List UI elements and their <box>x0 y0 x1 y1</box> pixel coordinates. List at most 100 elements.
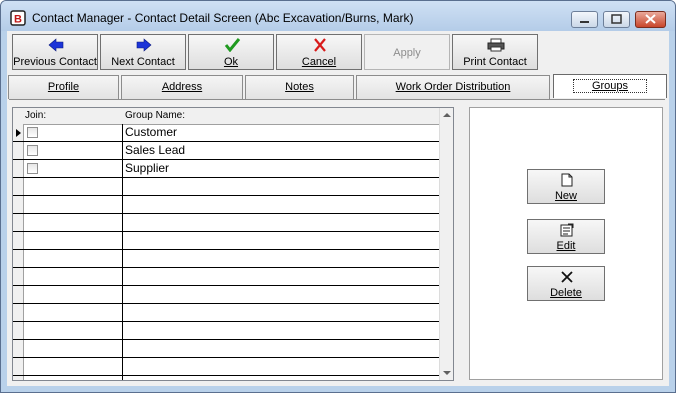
ok-label: Ok <box>223 56 239 68</box>
table-row[interactable] <box>13 196 439 214</box>
join-cell <box>23 250 123 267</box>
group-name-cell[interactable] <box>123 322 439 339</box>
group-name-cell[interactable] <box>123 250 439 267</box>
close-button[interactable] <box>635 11 666 28</box>
group-name-cell[interactable] <box>123 358 439 375</box>
join-cell <box>23 358 123 375</box>
join-checkbox[interactable] <box>27 145 38 156</box>
table-row[interactable] <box>13 250 439 268</box>
arrow-right-icon <box>136 38 152 52</box>
printer-icon <box>487 38 505 52</box>
table-row[interactable]: Customer <box>13 124 439 142</box>
tab-work-order-distribution-label: Work Order Distribution <box>395 81 511 93</box>
new-label: New <box>554 190 577 202</box>
arrow-left-icon <box>48 38 64 52</box>
table-row[interactable]: Supplier <box>13 160 439 178</box>
column-header-group-name[interactable]: Group Name: <box>125 110 185 121</box>
next-contact-label: Next Contact <box>111 56 175 68</box>
column-header-join[interactable]: Join: <box>25 110 46 121</box>
tab-notes[interactable]: Notes <box>245 75 354 99</box>
title-bar[interactable]: B Contact Manager - Contact Detail Scree… <box>1 1 675 31</box>
join-checkbox[interactable] <box>27 127 38 138</box>
new-document-icon <box>561 173 573 187</box>
tab-notes-label: Notes <box>285 81 314 93</box>
edit-button[interactable]: Edit <box>527 219 605 254</box>
tab-profile-label: Profile <box>47 81 80 93</box>
join-cell <box>23 286 123 303</box>
table-row[interactable]: Sales Lead <box>13 142 439 160</box>
tab-address-label: Address <box>161 81 203 93</box>
group-name-cell[interactable] <box>123 214 439 231</box>
table-row[interactable] <box>13 358 439 376</box>
minimize-button[interactable] <box>571 11 598 28</box>
table-row[interactable] <box>13 286 439 304</box>
edit-document-icon <box>560 223 574 237</box>
join-cell <box>23 142 123 159</box>
tab-groups-label: Groups <box>572 79 648 93</box>
ok-button[interactable]: Ok <box>188 34 274 70</box>
grid-header: Join: Group Name: <box>13 108 439 125</box>
edit-label: Edit <box>556 240 576 252</box>
group-name-cell[interactable] <box>123 340 439 357</box>
svg-text:B: B <box>14 14 22 26</box>
print-contact-label: Print Contact <box>463 56 527 68</box>
window-title: Contact Manager - Contact Detail Screen … <box>32 11 414 25</box>
table-row[interactable] <box>13 340 439 358</box>
join-cell <box>23 214 123 231</box>
group-name-cell[interactable] <box>123 196 439 213</box>
table-row[interactable] <box>13 268 439 286</box>
group-name-cell[interactable]: Sales Lead <box>123 142 439 159</box>
minimize-icon <box>580 21 589 23</box>
group-name-cell[interactable] <box>123 268 439 285</box>
table-row[interactable] <box>13 214 439 232</box>
cancel-x-icon <box>314 38 326 52</box>
group-name-cell[interactable] <box>123 304 439 321</box>
join-cell <box>23 322 123 339</box>
maximize-button[interactable] <box>603 11 630 28</box>
tab-work-order-distribution[interactable]: Work Order Distribution <box>356 75 550 99</box>
scroll-up-icon[interactable] <box>443 113 451 117</box>
vertical-scrollbar[interactable] <box>439 108 453 380</box>
join-cell <box>23 268 123 285</box>
print-contact-button[interactable]: Print Contact <box>452 34 538 70</box>
tab-groups[interactable]: Groups <box>553 74 667 98</box>
new-button[interactable]: New <box>527 169 605 204</box>
next-contact-button[interactable]: Next Contact <box>100 34 186 70</box>
table-row[interactable] <box>13 178 439 196</box>
table-row[interactable] <box>13 322 439 340</box>
tab-address[interactable]: Address <box>121 75 243 99</box>
previous-contact-button[interactable]: Previous Contact <box>12 34 98 70</box>
previous-contact-label: Previous Contact <box>13 56 97 68</box>
apply-label: Apply <box>393 47 421 59</box>
grid-rows: Customer Sales Lead Supplier <box>13 124 439 380</box>
groups-grid: Join: Group Name: Customer Sales Lead Supp… <box>12 107 454 381</box>
join-checkbox[interactable] <box>27 163 38 174</box>
join-cell <box>23 160 123 177</box>
group-name-cell[interactable]: Supplier <box>123 160 439 177</box>
scroll-down-icon[interactable] <box>443 371 451 375</box>
join-cell <box>23 178 123 195</box>
join-cell <box>23 124 123 141</box>
delete-button[interactable]: Delete <box>527 266 605 301</box>
contact-detail-window: B Contact Manager - Contact Detail Scree… <box>0 0 676 393</box>
group-name-cell[interactable]: Customer <box>123 124 439 141</box>
join-cell <box>23 340 123 357</box>
join-cell <box>23 304 123 321</box>
delete-x-icon <box>561 271 573 283</box>
maximize-icon <box>611 14 622 24</box>
table-row[interactable] <box>13 232 439 250</box>
cancel-button[interactable]: Cancel <box>276 34 362 70</box>
apply-button[interactable]: Apply <box>364 34 450 70</box>
join-cell <box>23 232 123 249</box>
group-name-cell[interactable] <box>123 376 439 380</box>
groups-panel: Join: Group Name: Customer Sales Lead Supp… <box>9 99 665 382</box>
group-name-cell[interactable] <box>123 232 439 249</box>
group-name-cell[interactable] <box>123 178 439 195</box>
table-row[interactable] <box>13 376 439 380</box>
join-cell <box>23 196 123 213</box>
client-area: Previous Contact Next Contact Ok Cancel … <box>7 31 669 386</box>
table-row[interactable] <box>13 304 439 322</box>
close-icon <box>645 14 656 24</box>
group-name-cell[interactable] <box>123 286 439 303</box>
tab-profile[interactable]: Profile <box>8 75 119 99</box>
